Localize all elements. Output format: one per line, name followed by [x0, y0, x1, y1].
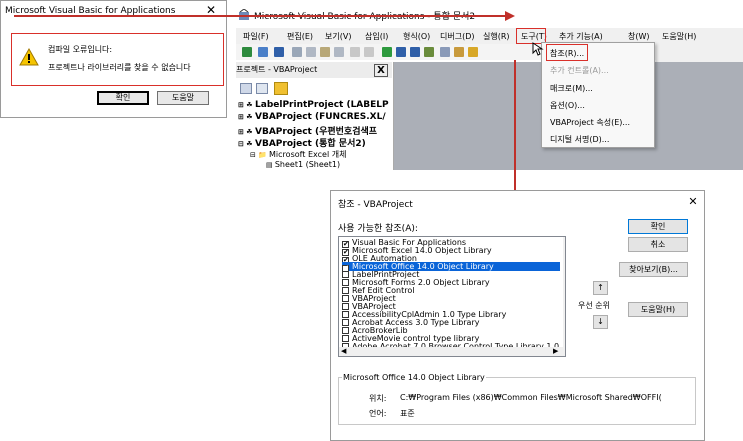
menu-insert[interactable]: 삽입(I)	[365, 31, 388, 42]
vertical-scrollbar[interactable]: ▲ ▼	[563, 237, 566, 347]
tools-dropdown-menu: 참조(R)... 추가 컨트롤(A)... 매크로(M)... 옵션(O)...…	[541, 42, 655, 148]
menu-run[interactable]: 실행(R)	[483, 31, 510, 42]
insert-form-icon[interactable]	[258, 47, 268, 57]
priority-up-button[interactable]: ↑	[593, 281, 608, 295]
menu-item-references[interactable]: 참조(R)...	[550, 48, 584, 59]
help-button[interactable]: 도움말	[157, 91, 209, 105]
error-message-line2: 프로젝트나 라이브러리를 찾을 수 없습니다	[48, 63, 191, 72]
checkbox[interactable]	[342, 311, 349, 318]
reset-icon[interactable]	[410, 47, 420, 57]
checkbox[interactable]	[342, 327, 349, 334]
references-dialog: 참조 - VBAProject ✕ 사용 가능한 참조(A): ✔ Visual …	[330, 190, 705, 441]
menu-format[interactable]: 형식(O)	[403, 31, 430, 42]
help-button[interactable]: 도움말(H)	[628, 302, 688, 317]
error-dialog: Microsoft Visual Basic for Applications …	[0, 0, 227, 118]
scroll-right-icon[interactable]: ▶	[553, 347, 558, 355]
browse-button[interactable]: 찾아보기(B)...	[619, 262, 688, 277]
vba-window-title: Microsoft Visual Basic for Applications …	[254, 12, 476, 22]
checkbox[interactable]	[342, 279, 349, 286]
run-icon[interactable]	[382, 47, 392, 57]
object-browser-icon[interactable]	[468, 47, 478, 57]
toolbar-right-area	[656, 44, 743, 62]
scroll-left-icon[interactable]: ◀	[341, 347, 346, 355]
properties-icon[interactable]	[454, 47, 464, 57]
location-label: 위치:	[369, 394, 387, 403]
checkbox[interactable]	[342, 303, 349, 310]
location-value: C:₩Program Files (x86)₩Common Files₩Micr…	[400, 393, 662, 402]
menu-addins[interactable]: 추가 기능(A)	[559, 31, 603, 42]
redo-icon[interactable]	[364, 47, 374, 57]
checkbox[interactable]	[342, 319, 349, 326]
menu-help[interactable]: 도움말(H)	[662, 31, 696, 42]
cancel-button[interactable]: 취소	[628, 237, 688, 252]
menu-item-digital-signature[interactable]: 디지털 서명(D)...	[550, 134, 609, 145]
vba-app-icon	[239, 9, 249, 20]
checkbox[interactable]	[342, 335, 349, 342]
project-pane-border	[236, 62, 394, 170]
menu-file[interactable]: 파일(F)	[243, 31, 269, 42]
checkbox[interactable]	[342, 295, 349, 302]
design-mode-icon[interactable]	[424, 47, 434, 57]
ok-button[interactable]: 확인	[97, 91, 149, 105]
language-label: 언어:	[369, 409, 387, 418]
error-message-line1: 컴파일 오류입니다:	[48, 45, 113, 54]
menu-view[interactable]: 보기(V)	[325, 31, 351, 42]
excel-view-icon[interactable]	[242, 47, 252, 57]
menu-item-options[interactable]: 옵션(O)...	[550, 100, 585, 111]
scroll-up-icon[interactable]: ▲	[565, 238, 566, 246]
project-explorer-icon[interactable]	[440, 47, 450, 57]
references-dialog-title: 참조 - VBAProject	[338, 200, 413, 210]
reference-info-legend: Microsoft Office 14.0 Object Library	[342, 373, 486, 382]
error-message-box: 컴파일 오류입니다: 프로젝트나 라이브러리를 찾을 수 없습니다	[11, 33, 224, 86]
scroll-thumb[interactable]	[565, 247, 566, 257]
priority-label: 우선 순위	[578, 301, 610, 310]
priority-down-button[interactable]: ↓	[593, 315, 608, 329]
menu-item-macros[interactable]: 매크로(M)...	[550, 83, 593, 94]
menu-edit[interactable]: 편집(E)	[287, 31, 313, 42]
break-icon[interactable]	[396, 47, 406, 57]
warning-icon	[19, 48, 39, 66]
horizontal-scrollbar[interactable]: ◀ ▶	[339, 347, 565, 356]
checkbox[interactable]	[342, 271, 349, 278]
ok-button[interactable]: 확인	[628, 219, 688, 234]
cut-icon[interactable]	[292, 47, 302, 57]
menu-item-project-properties[interactable]: VBAProject 속성(E)...	[550, 117, 630, 128]
menu-item-additional-controls[interactable]: 추가 컨트롤(A)...	[550, 65, 609, 76]
find-icon[interactable]	[334, 47, 344, 57]
save-icon[interactable]	[274, 47, 284, 57]
close-icon[interactable]: ✕	[201, 2, 221, 18]
copy-icon[interactable]	[306, 47, 316, 57]
references-list[interactable]: ✔ Visual Basic For Applications ✔ Microsoft…	[338, 236, 566, 357]
language-value: 표준	[400, 409, 415, 418]
available-references-label: 사용 가능한 참조(A):	[338, 224, 418, 234]
mouse-cursor-icon	[532, 42, 544, 56]
close-icon[interactable]: ✕	[685, 194, 701, 210]
menu-debug[interactable]: 디버그(D)	[440, 31, 474, 42]
menu-window[interactable]: 창(W)	[628, 31, 650, 42]
error-dialog-title: Microsoft Visual Basic for Applications	[5, 6, 176, 16]
paste-icon[interactable]	[320, 47, 330, 57]
scroll-down-icon[interactable]: ▼	[565, 338, 566, 346]
checkbox[interactable]	[342, 287, 349, 294]
undo-icon[interactable]	[350, 47, 360, 57]
